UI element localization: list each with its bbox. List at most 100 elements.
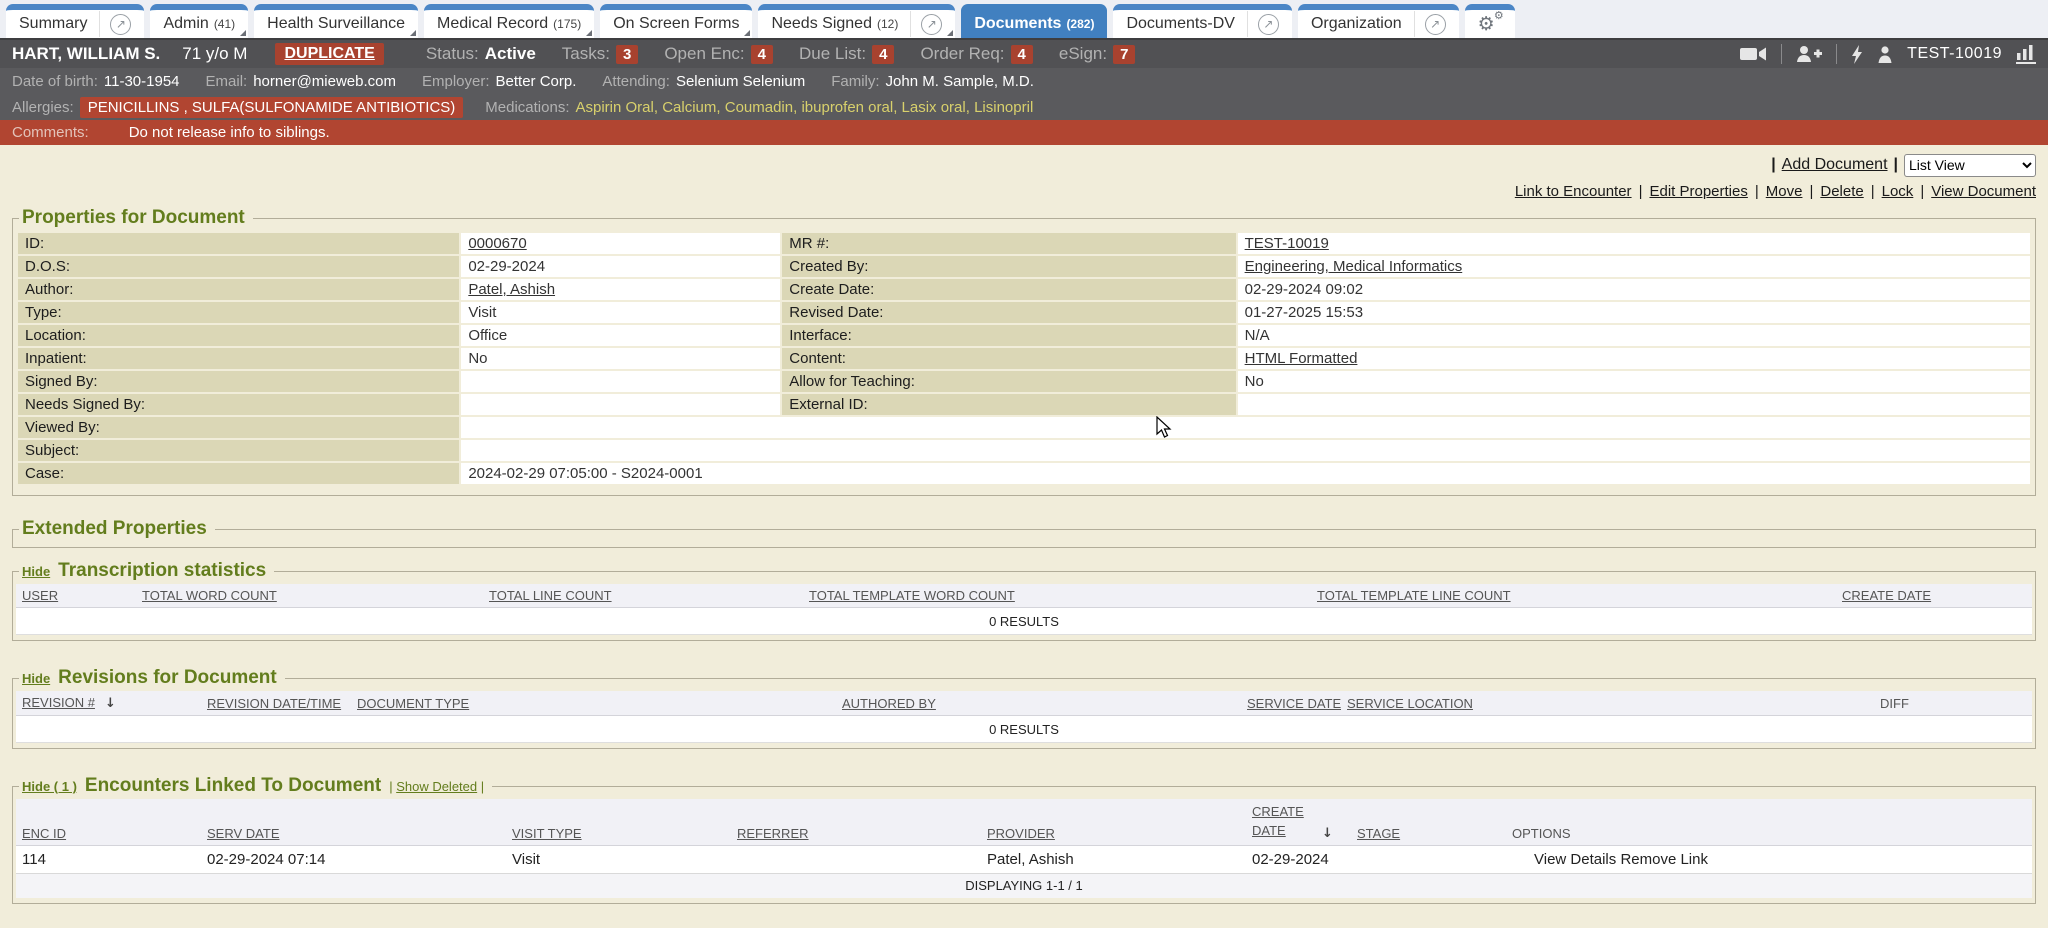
column-header[interactable]: REFERRER — [731, 799, 981, 845]
view-mode-select[interactable]: List View — [1904, 154, 2036, 177]
esign-counter[interactable]: eSign: 7 — [1059, 44, 1136, 64]
open-enc-counter[interactable]: Open Enc: 4 — [664, 44, 773, 64]
column-header[interactable]: AUTHORED BY — [836, 691, 1241, 716]
column-header[interactable]: TOTAL TEMPLATE LINE COUNT — [1311, 584, 1836, 608]
tasks-count-badge[interactable]: 3 — [616, 45, 638, 64]
open-enc-count-badge[interactable]: 4 — [751, 45, 773, 64]
lightning-bolt-icon[interactable] — [1851, 45, 1863, 64]
allergy-badge[interactable]: PENICILLINS , SULFA(SULFONAMIDE ANTIBIOT… — [80, 97, 464, 118]
move-link[interactable]: Move — [1766, 183, 1803, 200]
bar-chart-icon[interactable] — [2016, 45, 2036, 64]
tab-notch-icon — [410, 30, 416, 36]
delete-link[interactable]: Delete — [1820, 183, 1863, 200]
hide-revisions-link[interactable]: Hide — [22, 671, 50, 686]
tab-settings[interactable]: ⚙ ⚙ — [1465, 4, 1515, 38]
displaying-text: DISPLAYING 1-1 / 1 — [16, 873, 2032, 898]
tab-label: On Screen Forms — [613, 15, 739, 33]
property-label: Inpatient: — [18, 348, 459, 369]
tab-health-surveillance[interactable]: Health Surveillance — [254, 4, 418, 38]
property-label: Type: — [18, 302, 459, 323]
add-user-icon[interactable] — [1796, 45, 1822, 63]
attending-field: Attending: Selenium Selenium — [602, 73, 805, 90]
column-header[interactable]: REVISION DATE/TIME — [201, 691, 351, 716]
property-value — [461, 417, 2030, 438]
medication-link[interactable]: Lasix oral — [902, 99, 975, 116]
column-header[interactable]: CREATE DATE — [1836, 584, 2032, 608]
encounter-row[interactable]: 114 02-29-2024 07:14 Visit Patel, Ashish… — [16, 845, 2032, 873]
order-req-count-badge[interactable]: 4 — [1011, 45, 1033, 64]
column-header[interactable]: VISIT TYPE — [506, 799, 731, 845]
tab-documents-dv[interactable]: Documents-DV ↗ — [1113, 4, 1291, 38]
document-id-link[interactable]: 0000670 — [468, 235, 526, 252]
column-header[interactable]: DOCUMENT TYPE — [351, 691, 836, 716]
serv-date-cell: 02-29-2024 07:14 — [201, 845, 506, 873]
column-header[interactable]: TOTAL TEMPLATE WORD COUNT — [803, 584, 1311, 608]
author-link[interactable]: Patel, Ashish — [468, 281, 555, 298]
property-value: HTML Formatted — [1238, 348, 2030, 369]
options-cell: View Details Remove Link — [1506, 845, 2032, 873]
content-format-link[interactable]: HTML Formatted — [1245, 350, 1358, 367]
created-by-link[interactable]: Engineering, Medical Informatics — [1245, 258, 1463, 275]
column-header[interactable]: TOTAL WORD COUNT — [136, 584, 483, 608]
hide-transcription-link[interactable]: Hide — [22, 564, 50, 579]
medication-link[interactable]: Calcium — [662, 99, 725, 116]
medication-link[interactable]: ibuprofen oral — [801, 99, 901, 116]
property-label: MR #: — [782, 233, 1235, 254]
tab-label: Medical Record — [437, 15, 548, 33]
properties-table: ID: 0000670 MR #: TEST-10019 D.O.S: 02-2… — [16, 231, 2032, 486]
popout-icon[interactable]: ↗ — [1425, 14, 1446, 35]
column-header[interactable]: TOTAL LINE COUNT — [483, 584, 803, 608]
hide-encounters-link[interactable]: Hide ( 1 ) — [22, 779, 77, 794]
column-header[interactable]: REVISION #↓ — [16, 691, 201, 716]
tab-label: Needs Signed — [771, 15, 872, 33]
encounters-legend: Hide ( 1 ) Encounters Linked To Document… — [19, 775, 492, 797]
medication-link[interactable]: Lisinopril — [974, 99, 1033, 116]
popout-icon[interactable]: ↗ — [1258, 14, 1279, 35]
column-header[interactable]: CREATE DATE↓ — [1246, 799, 1351, 845]
show-deleted-link[interactable]: Show Deleted — [396, 779, 477, 794]
add-document-link[interactable]: Add Document — [1782, 156, 1888, 174]
sort-desc-icon[interactable]: ↓ — [1322, 826, 1333, 841]
column-header[interactable]: SERV DATE — [201, 799, 506, 845]
column-header[interactable]: PROVIDER — [981, 799, 1246, 845]
tab-documents-active[interactable]: Documents (282) — [961, 4, 1107, 38]
esign-count-badge[interactable]: 7 — [1113, 45, 1135, 64]
column-header[interactable]: USER — [16, 584, 136, 608]
duplicate-badge[interactable]: DUPLICATE — [275, 43, 383, 65]
link-to-encounter-link[interactable]: Link to Encounter — [1515, 183, 1632, 200]
patient-status: Status: Active — [426, 44, 536, 64]
popout-icon[interactable]: ↗ — [110, 14, 131, 35]
column-header[interactable]: SERVICE DATE — [1241, 691, 1341, 716]
transcription-table: USER TOTAL WORD COUNT TOTAL LINE COUNT T… — [16, 584, 2032, 635]
lock-link[interactable]: Lock — [1882, 183, 1914, 200]
extended-properties-section: Extended Properties — [12, 518, 2036, 548]
tasks-counter[interactable]: Tasks: 3 — [562, 44, 639, 64]
column-header[interactable]: SERVICE LOCATION — [1341, 691, 1874, 716]
tab-admin[interactable]: Admin (41) — [150, 4, 248, 38]
medication-link[interactable]: Coumadin — [725, 99, 802, 116]
remove-link[interactable]: Remove Link — [1620, 851, 1708, 868]
medication-link[interactable]: Aspirin Oral — [576, 99, 663, 116]
view-details-link[interactable]: View Details — [1534, 851, 1616, 868]
extended-properties-title: Extended Properties — [19, 518, 215, 540]
video-camera-icon[interactable] — [1740, 46, 1767, 62]
due-list-counter[interactable]: Due List: 4 — [799, 44, 894, 64]
empty-results-text: 0 RESULTS — [16, 608, 2032, 635]
column-header[interactable]: STAGE — [1351, 799, 1506, 845]
sort-desc-icon[interactable]: ↓ — [105, 696, 116, 711]
tab-needs-signed[interactable]: Needs Signed (12) ↗ — [758, 4, 955, 38]
due-list-count-badge[interactable]: 4 — [872, 45, 894, 64]
tab-notch-icon — [240, 30, 246, 36]
popout-icon[interactable]: ↗ — [921, 14, 942, 35]
revisions-title: Revisions for Document — [58, 667, 277, 689]
tab-on-screen-forms[interactable]: On Screen Forms — [600, 4, 752, 38]
column-header[interactable]: ENC ID — [16, 799, 201, 845]
view-document-link[interactable]: View Document — [1931, 183, 2036, 200]
tab-medical-record[interactable]: Medical Record (175) — [424, 4, 594, 38]
edit-properties-link[interactable]: Edit Properties — [1649, 183, 1747, 200]
order-req-counter[interactable]: Order Req: 4 — [920, 44, 1032, 64]
comments-label: Comments: — [12, 124, 89, 141]
tab-summary[interactable]: Summary ↗ — [6, 4, 144, 38]
mr-number-link[interactable]: TEST-10019 — [1245, 235, 1329, 252]
tab-organization[interactable]: Organization ↗ — [1298, 4, 1459, 38]
